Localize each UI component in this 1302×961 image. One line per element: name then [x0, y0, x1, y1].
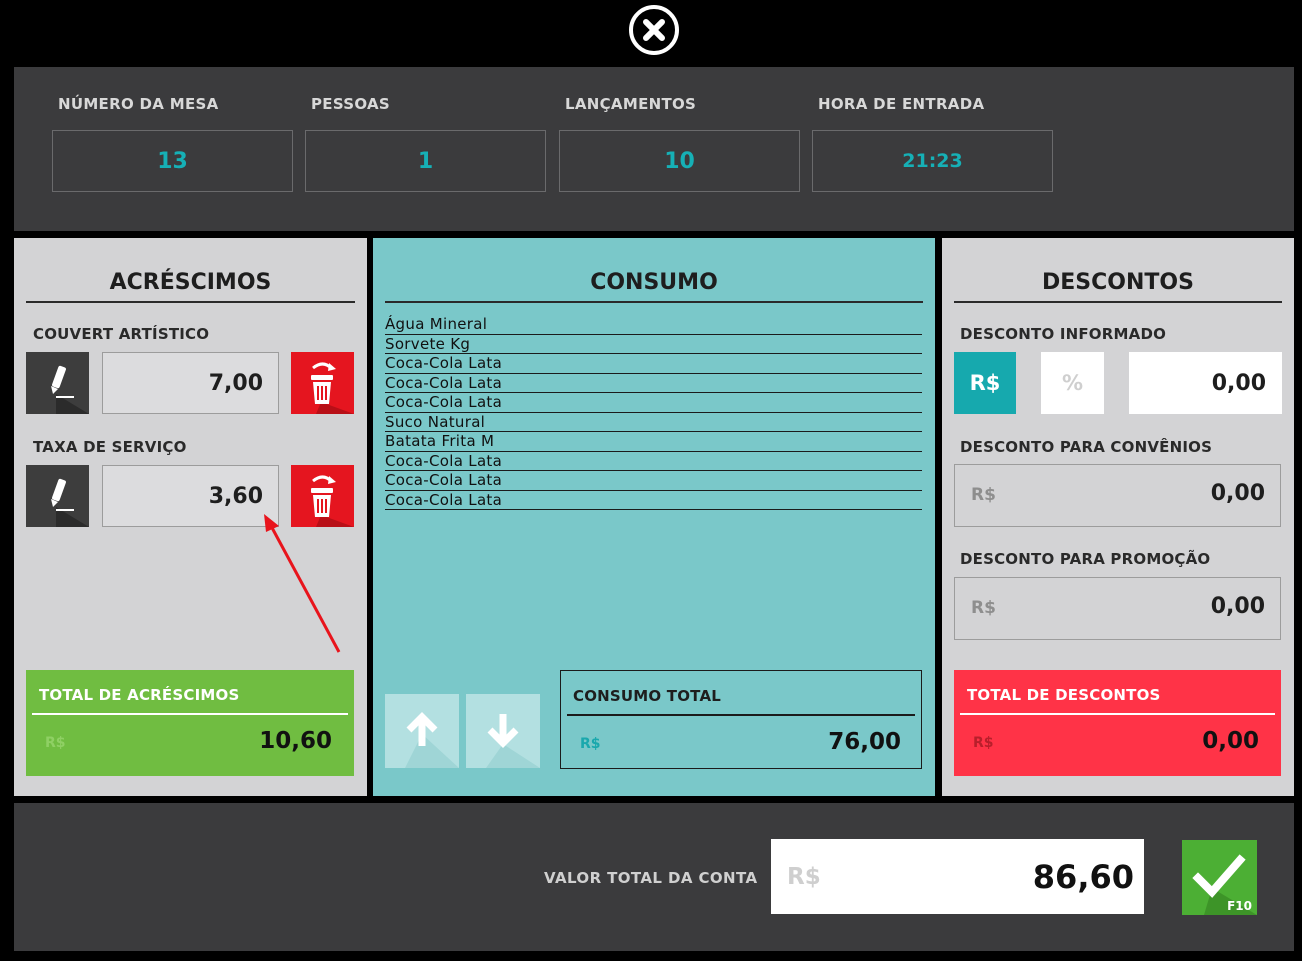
consumption-title: CONSUMO: [385, 270, 923, 303]
discounts-total-box: TOTAL DE DESCONTOS R$ 0,00: [954, 670, 1281, 776]
trash-icon: [311, 362, 354, 414]
discounts-total-divider: [960, 713, 1275, 715]
list-item[interactable]: Coca-Cola Lata: [385, 471, 922, 491]
service-fee-value: 3,60: [102, 465, 279, 527]
agreement-discount-field: R$ 0,00: [954, 464, 1281, 527]
bill-total-value: 86,60: [1032, 858, 1134, 896]
bill-total-box: R$ 86,60: [771, 839, 1144, 914]
consumption-total-value: 76,00: [828, 729, 901, 755]
confirm-button[interactable]: F10: [1182, 840, 1257, 915]
consumption-total-divider: [567, 714, 915, 716]
list-item[interactable]: Coca-Cola Lata: [385, 374, 922, 393]
people-label: PESSOAS: [311, 95, 391, 113]
discounts-total-label: TOTAL DE DESCONTOS: [967, 686, 1161, 704]
people-value: 1: [305, 130, 546, 192]
additions-title: ACRÉSCIMOS: [26, 270, 355, 303]
header-panel: NÚMERO DA MESA 13 PESSOAS 1 LANÇAMENTOS …: [14, 67, 1294, 231]
annotation-arrow: [264, 514, 341, 653]
couvert-value: 7,00: [102, 352, 279, 414]
discounts-total-value: 0,00: [1202, 728, 1259, 754]
list-item[interactable]: Coca-Cola Lata: [385, 491, 922, 510]
discounts-title: DESCONTOS: [954, 270, 1282, 303]
scroll-up-button[interactable]: [385, 694, 459, 768]
consumption-list: Água Mineral Sorvete Kg Coca-Cola Lata C…: [385, 315, 922, 510]
additions-total-box: TOTAL DE ACRÉSCIMOS R$ 10,60: [26, 670, 354, 776]
additions-panel: ACRÉSCIMOS COUVERT ARTÍSTICO 7,00 TAXA D…: [14, 238, 367, 796]
consumption-total-currency: R$: [580, 736, 601, 752]
arrow-down-icon: [486, 714, 540, 768]
informed-discount-input[interactable]: 0,00: [1129, 352, 1282, 414]
entry-time-label: HORA DE ENTRADA: [818, 95, 985, 113]
footer-panel: VALOR TOTAL DA CONTA R$ 86,60 F10: [14, 803, 1294, 951]
list-item[interactable]: Batata Frita M: [385, 432, 922, 452]
delete-couvert-button[interactable]: [291, 352, 354, 414]
pencil-icon: [51, 365, 89, 414]
list-item[interactable]: Coca-Cola Lata: [385, 452, 922, 471]
bill-total-currency: R$: [787, 864, 821, 890]
list-item[interactable]: Suco Natural: [385, 413, 922, 432]
informed-discount-label: DESCONTO INFORMADO: [960, 325, 1167, 343]
promotion-discount-currency: R$: [971, 598, 996, 618]
percent-mode-button[interactable]: %: [1041, 352, 1104, 414]
table-number-label: NÚMERO DA MESA: [58, 95, 219, 113]
entry-time-value: 21:23: [812, 130, 1053, 192]
list-item[interactable]: Água Mineral: [385, 315, 922, 335]
promotion-discount-field: R$ 0,00: [954, 577, 1281, 640]
consumption-total-label: CONSUMO TOTAL: [573, 687, 722, 705]
agreement-discount-label: DESCONTO PARA CONVÊNIOS: [960, 438, 1213, 456]
bill-total-label: VALOR TOTAL DA CONTA: [544, 869, 758, 887]
entries-value: 10: [559, 130, 800, 192]
service-fee-label: TAXA DE SERVIÇO: [33, 438, 187, 456]
couvert-label: COUVERT ARTÍSTICO: [33, 325, 210, 343]
additions-total-label: TOTAL DE ACRÉSCIMOS: [39, 686, 240, 704]
additions-total-currency: R$: [45, 735, 66, 751]
arrow-up-icon: [405, 712, 459, 768]
table-number-value: 13: [52, 130, 293, 192]
discounts-panel: DESCONTOS DESCONTO INFORMADO R$ % 0,00 D…: [942, 238, 1294, 796]
list-item[interactable]: Sorvete Kg: [385, 335, 922, 354]
consumption-panel: CONSUMO Água Mineral Sorvete Kg Coca-Col…: [373, 238, 935, 796]
list-item[interactable]: Coca-Cola Lata: [385, 354, 922, 374]
entries-label: LANÇAMENTOS: [565, 95, 697, 113]
currency-mode-button[interactable]: R$: [954, 352, 1016, 414]
promotion-discount-value: 0,00: [1210, 594, 1265, 619]
edit-service-fee-button[interactable]: [26, 465, 89, 527]
close-icon: [643, 19, 665, 41]
list-item[interactable]: Coca-Cola Lata: [385, 393, 922, 413]
additions-total-value: 10,60: [259, 728, 332, 754]
scroll-down-button[interactable]: [466, 694, 540, 768]
confirm-shortcut-key: F10: [1227, 899, 1252, 913]
agreement-discount-value: 0,00: [1210, 481, 1265, 506]
discounts-total-currency: R$: [973, 735, 994, 751]
additions-total-divider: [32, 713, 348, 715]
promotion-discount-label: DESCONTO PARA PROMOÇÃO: [960, 550, 1211, 568]
close-button[interactable]: [629, 5, 679, 55]
edit-couvert-button[interactable]: [26, 352, 89, 414]
pencil-icon: [51, 478, 89, 527]
consumption-total-box: CONSUMO TOTAL R$ 76,00: [560, 670, 922, 769]
agreement-discount-currency: R$: [971, 485, 996, 505]
